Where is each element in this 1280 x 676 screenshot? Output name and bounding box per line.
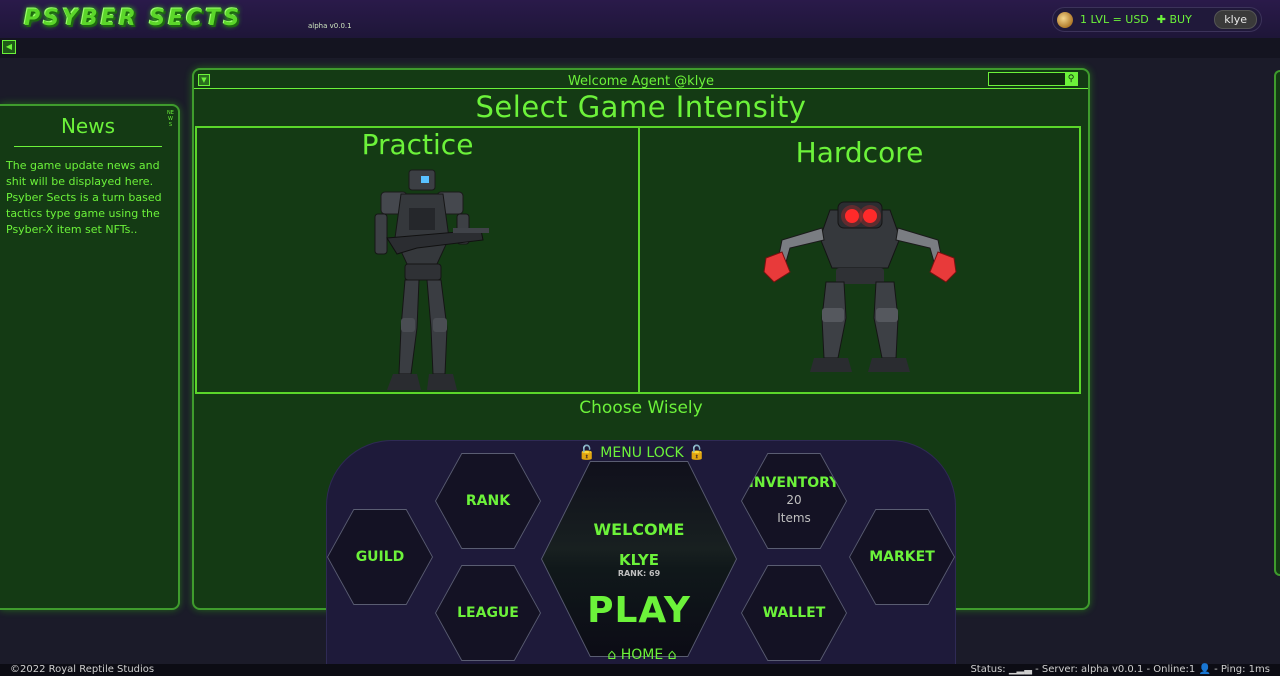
news-body: The game update news and shit will be di…	[6, 159, 162, 236]
welcome-label: WELCOME	[593, 520, 685, 539]
top-bar: PSYBER SECTS alpha v0.0.1 1 LVL = USD ✚ …	[0, 0, 1280, 38]
hardcore-option[interactable]: Hardcore	[638, 128, 1079, 392]
app-logo[interactable]: PSYBER SECTS	[24, 6, 242, 31]
practice-option[interactable]: Practice	[197, 128, 638, 392]
user-menu-button[interactable]: klye	[1214, 10, 1257, 29]
inventory-button[interactable]: INVENTORY 20 Items	[741, 453, 847, 549]
search-icon[interactable]: ⚲	[1065, 73, 1077, 85]
rank-label: RANK	[465, 493, 511, 509]
page-title: Select Game Intensity	[475, 90, 807, 124]
home-button[interactable]: ⌂ HOME ⌂	[327, 647, 957, 663]
server-status: Status: ▁▂▃ - Server: alpha v0.0.1 - Onl…	[970, 664, 1270, 675]
buy-button[interactable]: ✚ BUY	[1157, 13, 1192, 26]
version-label: alpha v0.0.1	[308, 22, 352, 30]
play-button[interactable]: WELCOME KLYE RANK: 69 PLAY	[541, 461, 737, 657]
search-input[interactable]: ⚲	[988, 72, 1078, 86]
hardcore-mech-image	[763, 201, 957, 372]
coin-icon	[1057, 11, 1073, 28]
status-bar: ©2022 Royal Reptile Studios Status: ▁▂▃ …	[0, 664, 1280, 676]
news-panel: NEWS News The game update news and shit …	[0, 104, 180, 610]
guild-button[interactable]: GUILD	[327, 509, 433, 605]
collapse-left-icon[interactable]: ◀	[2, 40, 16, 54]
hardcore-title: Hardcore	[795, 136, 924, 169]
player-name: KLYE	[619, 551, 659, 569]
header-divider	[194, 88, 1088, 89]
market-label: MARKET	[869, 549, 935, 565]
guild-label: GUILD	[355, 549, 405, 565]
player-rank: RANK: 69	[617, 569, 661, 578]
choose-wisely-text: Choose Wisely	[579, 398, 703, 418]
wallet-label: WALLET	[762, 605, 826, 621]
menu-lock-button[interactable]: 🔓 MENU LOCK 🔓	[327, 445, 957, 461]
menu-dock: 🔓 MENU LOCK 🔓 RANK GUILD LEAGUE WELCOME …	[326, 440, 956, 676]
news-divider	[14, 146, 162, 147]
inventory-label: INVENTORY	[748, 475, 840, 491]
market-button[interactable]: MARKET	[849, 509, 955, 605]
copyright: ©2022 Royal Reptile Studios	[10, 664, 155, 675]
practice-robot-image	[374, 169, 489, 390]
rank-button[interactable]: RANK	[435, 453, 541, 549]
exchange-rate: 1 LVL = USD	[1080, 13, 1149, 26]
sub-bar	[0, 38, 1280, 58]
welcome-message: Welcome Agent @klye	[567, 74, 715, 89]
play-label: PLAY	[587, 590, 691, 631]
inventory-unit: Items	[777, 511, 811, 525]
practice-title: Practice	[361, 128, 474, 161]
right-panel-edge[interactable]	[1274, 70, 1280, 576]
intensity-options: Practice Hardcore	[195, 126, 1081, 394]
news-title: News	[60, 114, 116, 138]
league-label: LEAGUE	[457, 605, 519, 621]
account-widget: 1 LVL = USD ✚ BUY klye	[1052, 7, 1262, 32]
inventory-count: 20	[786, 493, 802, 507]
